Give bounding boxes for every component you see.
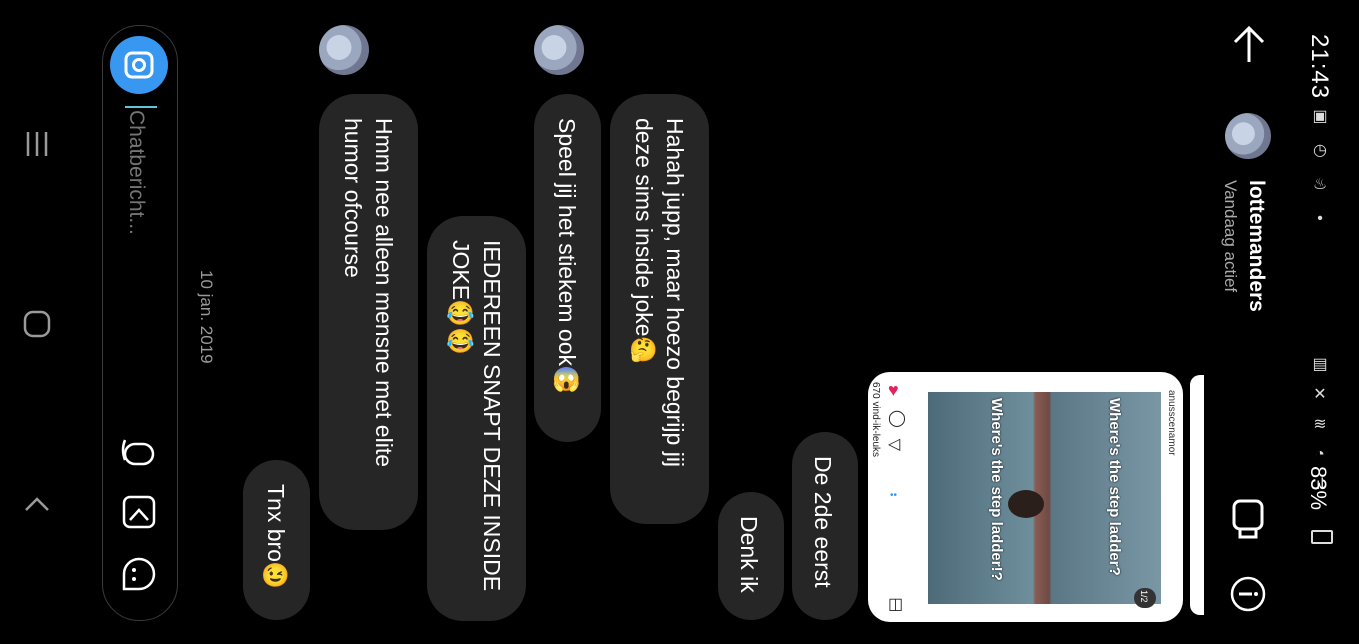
info-icon — [1230, 576, 1266, 612]
message-received[interactable]: Hahah jupp, maar hoezo begrijp jij deze … — [610, 94, 709, 524]
bookmark-icon[interactable]: ◫ — [888, 594, 903, 614]
carousel-dots: •• — [890, 490, 898, 501]
heart-icon[interactable]: ♥ — [888, 380, 899, 401]
arrow-left-icon — [1233, 25, 1265, 62]
camera-icon — [124, 51, 154, 79]
header-username[interactable]: lottemanders — [1244, 180, 1268, 312]
shared-post-card[interactable]: anusscenamor Where's the step ladder? Wh… — [868, 372, 1183, 622]
gallery-button[interactable] — [119, 492, 159, 532]
notification-icons: ▣ ◷ ♨ • — [1312, 108, 1328, 227]
shared-post-likes: 670 vind-ik-leuks — [870, 382, 881, 458]
contact-avatar[interactable] — [319, 25, 369, 75]
comment-icon[interactable]: ◯ — [888, 408, 906, 428]
shared-post-person — [1008, 490, 1044, 518]
date-separator: 10 jan. 2019 — [197, 270, 216, 364]
battery-icon — [1311, 530, 1333, 544]
battery-percentage: 83% — [1306, 466, 1331, 511]
shared-post-caption-top: Where's the step ladder? — [1106, 398, 1123, 576]
recent-apps-button[interactable] — [22, 128, 52, 160]
sticker-button[interactable] — [119, 554, 159, 594]
message-composer — [102, 25, 178, 621]
sticker-icon — [122, 557, 156, 591]
message-sent[interactable]: Denk ik — [718, 492, 784, 620]
contact-avatar[interactable] — [534, 25, 584, 75]
status-time: 21:43 — [1306, 34, 1333, 100]
info-button[interactable] — [1228, 574, 1268, 614]
message-sent[interactable]: IEDEREEN SNAPT DEZE INSIDE JOKE😂😂 — [427, 216, 526, 621]
message-input[interactable] — [115, 108, 157, 362]
recent-apps-icon — [26, 132, 48, 156]
shared-post-account[interactable]: anusscenamor — [1166, 390, 1177, 456]
header-active-status: Vandaag actief — [1221, 180, 1240, 293]
message-sent[interactable]: Tnx bro😉 — [243, 460, 310, 620]
gallery-icon — [122, 495, 156, 529]
mic-button[interactable] — [119, 430, 159, 470]
microphone-icon — [121, 439, 155, 466]
message-received[interactable]: Hmm nee alleen mensne met elite humor of… — [319, 94, 418, 530]
message-received[interactable]: Speel jij het stiekem ook😱 — [534, 94, 601, 442]
message-sent[interactable]: De 2de eerst — [792, 432, 858, 620]
video-call-icon — [1232, 499, 1264, 539]
back-nav-button[interactable] — [22, 490, 52, 520]
home-button[interactable] — [22, 309, 52, 339]
back-button[interactable] — [1228, 24, 1270, 66]
shared-post-caption-bottom: Where's the step ladder!? — [988, 398, 1005, 581]
shared-post-card-secondary[interactable] — [1190, 375, 1204, 615]
share-icon[interactable]: ◁ — [888, 434, 900, 454]
shared-post-image[interactable]: Where's the step ladder? Where's the ste… — [928, 392, 1161, 604]
video-call-button[interactable] — [1228, 497, 1268, 541]
status-bar: 21:43 ▣ ◷ ♨ • ▤ ✕ ≋ ◔ ıl 83% — [1297, 0, 1359, 644]
chevron-icon — [25, 497, 49, 511]
camera-button[interactable] — [110, 36, 168, 94]
header-avatar[interactable] — [1225, 113, 1271, 159]
shared-post-page-indicator: 1/2 — [1134, 588, 1156, 608]
home-icon — [23, 310, 51, 338]
